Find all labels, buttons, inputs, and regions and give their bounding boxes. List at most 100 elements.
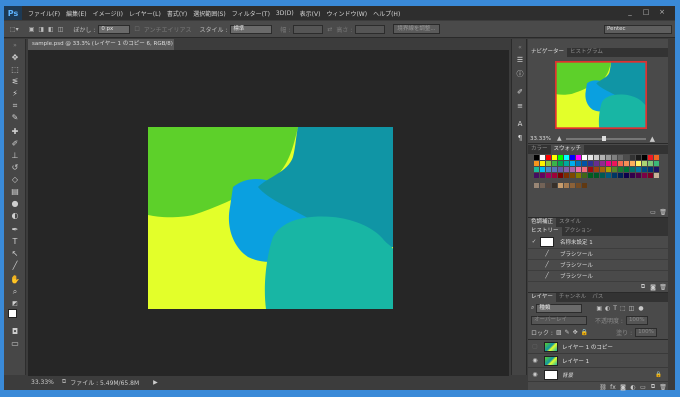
color-swatch[interactable] [642,155,647,160]
color-swatch[interactable] [576,183,581,188]
color-swatch[interactable] [558,183,563,188]
color-swatch[interactable] [540,167,545,172]
history-brush-icon[interactable]: ↺ [9,163,21,173]
color-swatch[interactable] [648,155,653,160]
zoom-out-icon[interactable]: ▲ [557,135,562,142]
status-menu-arrow-icon[interactable]: ▶ [153,379,158,386]
workspace-select[interactable]: Pentec [604,24,672,34]
color-swatch[interactable] [546,155,551,160]
filter-shape-icon[interactable]: ⬚ [620,305,626,312]
foreground-color-swatch[interactable] [8,309,17,318]
tab-channels[interactable]: チャンネル [556,293,589,302]
paragraph-panel-icon[interactable]: ¶ [515,133,525,143]
layer-row[interactable]: ◉ 背景 🔒 [528,368,668,382]
color-swatch[interactable] [570,173,575,178]
color-swatch[interactable] [534,183,539,188]
color-swatch[interactable] [612,155,617,160]
new-group-icon[interactable]: ▭ [638,384,648,391]
close-window-button[interactable]: × [656,8,668,16]
zoom-level[interactable]: 33.33% [31,379,54,386]
info-panel-icon[interactable]: ⓘ [515,69,525,79]
brush-icon[interactable]: ✐ [9,139,21,149]
opacity-input[interactable]: 100% [625,315,648,325]
delete-swatch-icon[interactable]: 🗑 [658,209,668,216]
color-swatch[interactable] [618,173,623,178]
visibility-icon[interactable]: ▢ [528,343,542,350]
healing-brush-icon[interactable]: ✚ [9,127,21,137]
color-swatch[interactable] [606,167,611,172]
color-swatch[interactable] [552,183,557,188]
snapshot-icon[interactable]: ◙ [648,284,658,291]
color-swatch[interactable] [576,161,581,166]
default-colors-icon[interactable]: ◩ [9,299,21,309]
tools-collapse-icon[interactable]: » [9,41,21,51]
visibility-icon[interactable]: ◉ [528,371,542,378]
marquee-icon[interactable]: ⬚ [9,65,21,75]
color-swatch[interactable] [546,167,551,172]
character-panel-icon[interactable]: A [515,119,525,129]
path-selection-icon[interactable]: ↖ [9,249,21,259]
filter-adjust-icon[interactable]: ◐ [605,305,610,312]
filter-pixel-icon[interactable]: ▣ [596,305,602,312]
color-swatch[interactable] [636,167,641,172]
color-swatch[interactable] [594,155,599,160]
color-swatch[interactable] [624,155,629,160]
lock-all-icon[interactable]: 🔒 [581,329,588,336]
style-select[interactable]: 標準 [230,24,273,34]
color-swatch[interactable] [630,167,635,172]
menu-layer[interactable]: レイヤー(L) [129,9,161,18]
color-swatch[interactable] [576,173,581,178]
lasso-icon[interactable]: ᓬ [9,77,21,87]
color-swatch[interactable] [558,155,563,160]
width-input[interactable] [293,24,324,34]
history-panel-icon[interactable]: ☰ [515,55,525,65]
color-swatch[interactable] [588,155,593,160]
color-swatch[interactable] [636,161,641,166]
color-swatch[interactable] [558,173,563,178]
color-swatch[interactable] [600,167,605,172]
color-swatch[interactable] [546,183,551,188]
layer-style-icon[interactable]: fx [608,384,618,391]
layer-row[interactable]: ▢ レイヤー 1 のコピー [528,340,668,354]
color-swatch[interactable] [618,155,623,160]
strip-collapse-icon[interactable]: « [515,43,525,53]
color-swatch[interactable] [552,173,557,178]
menu-filter[interactable]: フィルター(T) [232,9,270,18]
quick-mask-icon[interactable]: ◘ [9,327,21,337]
blur-icon[interactable]: ● [9,199,21,209]
color-swatch[interactable] [564,167,569,172]
color-swatch[interactable] [654,155,659,160]
filter-type-icon[interactable]: T [613,305,617,312]
color-swatch[interactable] [612,161,617,166]
color-swatch[interactable] [636,173,641,178]
color-swatch[interactable] [648,161,653,166]
color-swatch[interactable] [642,167,647,172]
type-icon[interactable]: T [9,237,21,247]
color-swatch[interactable] [612,167,617,172]
color-swatch[interactable] [618,167,623,172]
zoom-in-icon[interactable]: ▲ [650,135,655,143]
minimize-button[interactable]: _ [624,8,636,16]
color-swatch[interactable] [588,161,593,166]
hand-icon[interactable]: ✋ [9,275,21,285]
menu-window[interactable]: ウィンドウ(W) [326,9,367,18]
tab-histogram[interactable]: ヒストグラム [567,48,606,57]
menu-select[interactable]: 選択範囲(S) [193,9,226,18]
export-icon[interactable]: ⧉ [62,378,66,386]
color-swatch[interactable] [594,167,599,172]
layer-mask-icon[interactable]: ◙ [618,384,628,391]
menu-help[interactable]: ヘルプ(H) [373,9,400,18]
move-tool-icon[interactable]: ✥ [9,53,21,63]
color-swatch[interactable] [606,161,611,166]
filter-toggle-icon[interactable]: ● [638,305,643,312]
color-swatch[interactable] [606,173,611,178]
color-swatch[interactable] [600,161,605,166]
color-swatch[interactable] [588,167,593,172]
menu-view[interactable]: 表示(V) [300,9,321,18]
color-swatch[interactable] [612,173,617,178]
color-swatch[interactable] [546,161,551,166]
color-swatch[interactable] [564,183,569,188]
color-swatch[interactable] [552,155,557,160]
lock-position-icon[interactable]: ✥ [573,329,578,336]
color-swatch[interactable] [576,155,581,160]
